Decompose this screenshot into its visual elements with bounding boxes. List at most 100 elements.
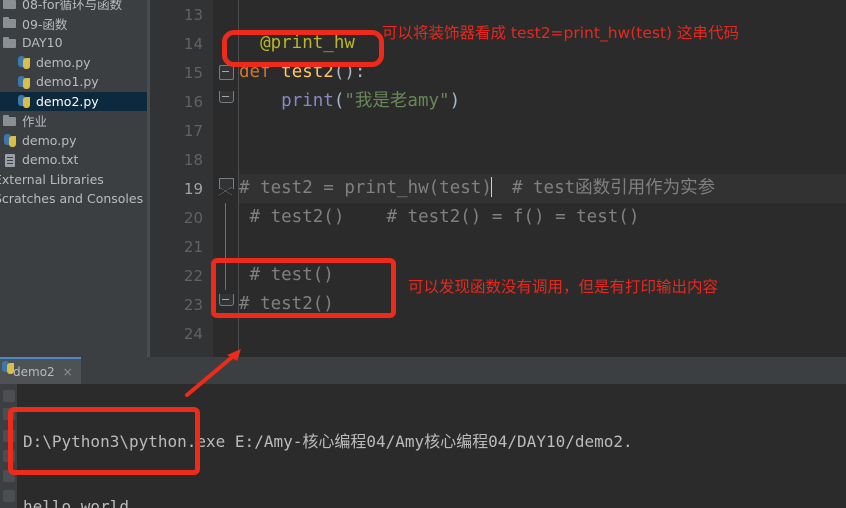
trace-icon[interactable]	[3, 430, 15, 442]
code-token: def	[239, 62, 282, 82]
code-line[interactable]: 21	[150, 232, 846, 261]
fold-toggle-icon[interactable]	[213, 232, 239, 261]
code-token: test2	[281, 62, 334, 82]
line-number: 24	[183, 324, 203, 343]
wrap-icon[interactable]	[3, 470, 15, 482]
sidebar-item-label: demo.py	[22, 132, 77, 148]
fold-gutter	[213, 319, 239, 348]
stop-icon[interactable]	[3, 408, 15, 420]
sidebar-item-scratches-and-consoles[interactable]: Scratches and Consoles	[0, 189, 150, 209]
code-line[interactable]: 19 # test2 = print_hw(test) # test函数引用作为实…	[150, 174, 846, 203]
console-output[interactable]: D:\Python3\python.exe E:/Amy-核心编程04/Amy核…	[17, 384, 846, 508]
ide-screenshot: 08-for循环与函数 09-函数 DAY10 demo.py demo1.py demo…	[0, 0, 846, 508]
annotation-note-bottom: 可以发现函数没有调用，但是有打印输出内容	[408, 278, 719, 296]
code-text: # test2 = print_hw(test) # test函数引用作为实参	[239, 174, 846, 203]
sidebar-item-demo2-py[interactable]: demo2.py	[0, 91, 150, 111]
annotation-note-top: 可以将装饰器看成 test2=print_hw(test) 这串代码	[382, 24, 740, 42]
code-line[interactable]: 17	[150, 116, 846, 145]
line-number: 19	[183, 179, 203, 198]
code-line[interactable]: 16 print("我是老amy")	[150, 87, 846, 116]
folder-icon	[2, 113, 18, 129]
fold-toggle-icon[interactable]	[213, 58, 239, 87]
code-token: ():	[333, 62, 366, 82]
code-line[interactable]: 20 # test2() # test2() = f() = test()	[150, 203, 846, 232]
settings-icon[interactable]	[3, 490, 15, 502]
code-text: print("我是老amy")	[239, 87, 846, 116]
fold-gutter	[213, 0, 239, 29]
code-text: # test2() # test2() = f() = test()	[239, 203, 846, 232]
run-console-panel[interactable]: demo2 × D:\Python3\python.exe E:/Amy-核心编…	[0, 357, 846, 508]
rerun-icon[interactable]	[3, 390, 15, 402]
python-file-icon	[16, 54, 32, 70]
code-token: # test2() # test2() = f() = test()	[239, 207, 640, 227]
code-editor[interactable]: 13 14 @print_hw 15 def test2(): 16 print("我是…	[150, 0, 846, 357]
fold-toggle-icon[interactable]	[213, 203, 239, 232]
folder-icon	[2, 15, 18, 31]
sidebar-item-label: demo.py	[36, 54, 91, 70]
sidebar-item-label: DAY10	[22, 35, 63, 51]
code-token: # test2()	[239, 294, 334, 314]
fold-toggle-icon[interactable]	[213, 174, 239, 203]
sidebar-item-demo-py[interactable]: demo.py	[0, 53, 150, 73]
line-number: 22	[183, 266, 203, 285]
sidebar-item-label: demo.txt	[22, 152, 79, 168]
code-token: # test2 = print_hw(test)	[239, 178, 492, 198]
console-tab-demo2[interactable]: demo2 ×	[0, 357, 81, 384]
line-number: 18	[183, 150, 203, 169]
fold-toggle-icon[interactable]	[213, 290, 239, 319]
fold-gutter	[213, 29, 239, 58]
python-file-icon	[16, 74, 32, 90]
sidebar-item-08-for[interactable]: 08-for循环与函数	[0, 0, 150, 14]
sidebar-item-demo-py[interactable]: demo.py	[0, 131, 150, 151]
code-token: (	[333, 91, 345, 111]
sidebar-item-demo-txt[interactable]: demo.txt	[0, 150, 150, 170]
console-line: D:\Python3\python.exe E:/Amy-核心编程04/Amy核…	[23, 432, 633, 451]
line-number: 20	[183, 208, 203, 227]
sidebar-item-09[interactable]: 09-函数	[0, 14, 150, 34]
python-file-icon	[16, 93, 32, 109]
sidebar-item-[interactable]: 作业	[0, 111, 150, 131]
line-number: 17	[183, 121, 203, 140]
close-icon[interactable]: ×	[63, 365, 73, 379]
line-number: 14	[183, 34, 203, 53]
fold-toggle-icon[interactable]	[213, 261, 239, 290]
code-line[interactable]: 24	[150, 319, 846, 348]
folder-icon	[2, 0, 18, 12]
sidebar-item-label: 08-for循环与函数	[22, 0, 123, 13]
line-number: 23	[183, 295, 203, 314]
console-line: hello world	[23, 497, 129, 508]
project-tree-sidebar[interactable]: 08-for循环与函数 09-函数 DAY10 demo.py demo1.py demo…	[0, 0, 150, 357]
sidebar-item-day10[interactable]: DAY10	[0, 33, 150, 53]
code-token: @print_hw	[260, 33, 355, 53]
print-icon[interactable]	[3, 450, 15, 462]
code-token: print	[281, 91, 334, 111]
console-toolbar[interactable]	[0, 384, 17, 508]
fold-toggle-icon[interactable]	[213, 87, 239, 116]
sidebar-item-label: demo1.py	[36, 74, 99, 90]
folder-icon	[2, 35, 18, 51]
line-number: 13	[183, 5, 203, 24]
text-file-icon	[2, 152, 18, 168]
project-tree-list[interactable]: 08-for循环与函数 09-函数 DAY10 demo.py demo1.py demo…	[0, 0, 150, 209]
code-line[interactable]: 15 def test2():	[150, 58, 846, 87]
sidebar-item-external-libraries[interactable]: External Libraries	[0, 170, 150, 190]
sidebar-item-label: External Libraries	[0, 171, 104, 187]
code-token: "我是老amy"	[344, 91, 450, 111]
code-line[interactable]: 18	[150, 145, 846, 174]
python-file-icon	[2, 132, 18, 148]
code-token: )	[449, 91, 461, 111]
line-number: 15	[183, 63, 203, 82]
console-tab-label: demo2	[13, 364, 55, 379]
sidebar-item-demo1-py[interactable]: demo1.py	[0, 72, 150, 92]
fold-gutter	[213, 116, 239, 145]
code-text: def test2():	[239, 58, 846, 87]
sidebar-item-label: 09-函数	[22, 16, 68, 32]
line-number: 21	[183, 237, 203, 256]
sidebar-item-label: 作业	[22, 114, 48, 130]
code-token: # test()	[239, 265, 334, 285]
